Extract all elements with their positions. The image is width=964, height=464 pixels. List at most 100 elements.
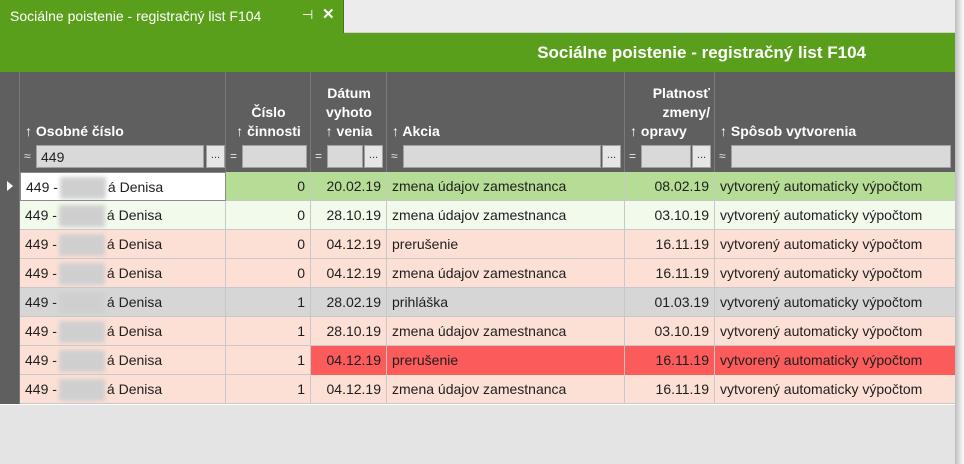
- employee-id: 449 -: [25, 381, 57, 397]
- cell-datum[interactable]: 28.10.19: [311, 201, 387, 230]
- employee-id: 449 -: [25, 352, 57, 368]
- table-row[interactable]: 449 - á Denisa 0 04.12.19 prerušenie 16.11.19…: [0, 230, 955, 259]
- employee-id: 449 -: [25, 265, 57, 281]
- cell-osobne-cislo[interactable]: 449 - á Denisa: [20, 375, 226, 404]
- cell-datum[interactable]: 20.02.19: [311, 172, 387, 201]
- redacted-name: [58, 379, 105, 402]
- cell-osobne-cislo[interactable]: 449 - á Denisa: [20, 259, 226, 288]
- close-icon[interactable]: ✕: [322, 5, 335, 23]
- table-row[interactable]: 449 - á Denisa 1 04.12.19 zmena údajov zames…: [0, 375, 955, 404]
- cell-cislo[interactable]: 1: [226, 346, 311, 375]
- cell-platnost[interactable]: 03.10.19: [625, 317, 715, 346]
- cell-akcia[interactable]: zmena údajov zamestnanca: [387, 201, 625, 230]
- cell-datum[interactable]: 04.12.19: [311, 375, 387, 404]
- column-header-akcia[interactable]: ↑ Akcia ≈ ...: [387, 72, 625, 172]
- page-title: Sociálne poistenie - registračný list F1…: [537, 43, 866, 62]
- row-indicator[interactable]: [0, 317, 20, 346]
- employee-name: á Denisa: [106, 207, 163, 223]
- cell-osobne-cislo[interactable]: 449 - á Denisa: [20, 346, 226, 375]
- filter-button-datum[interactable]: ...: [364, 145, 383, 168]
- redacted-name: [59, 177, 106, 200]
- cell-akcia[interactable]: prerušenie: [387, 346, 625, 375]
- filter-button-platnost[interactable]: ...: [692, 145, 711, 168]
- cell-akcia[interactable]: zmena údajov zamestnanca: [387, 375, 625, 404]
- cell-akcia[interactable]: zmena údajov zamestnanca: [387, 259, 625, 288]
- cell-sposob[interactable]: vytvorený automaticky výpočtom: [715, 172, 955, 201]
- cell-datum[interactable]: 04.12.19: [311, 346, 387, 375]
- row-indicator[interactable]: [0, 230, 20, 259]
- cell-cislo[interactable]: 0: [226, 230, 311, 259]
- filter-input-cislo[interactable]: [242, 145, 307, 168]
- cell-osobne-cislo[interactable]: 449 - á Denisa: [20, 172, 226, 201]
- cell-cislo[interactable]: 1: [226, 375, 311, 404]
- filter-input-platnost[interactable]: [641, 145, 691, 168]
- cell-sposob[interactable]: vytvorený automaticky výpočtom: [715, 346, 955, 375]
- cell-sposob[interactable]: vytvorený automaticky výpočtom: [715, 317, 955, 346]
- cell-osobne-cislo[interactable]: 449 - á Denisa: [20, 230, 226, 259]
- tab-title: Sociálne poistenie - registračný list F1…: [10, 8, 262, 24]
- row-indicator[interactable]: [0, 288, 20, 317]
- cell-akcia[interactable]: zmena údajov zamestnanca: [387, 172, 625, 201]
- cell-datum[interactable]: 28.10.19: [311, 317, 387, 346]
- column-header-osobne-cislo[interactable]: ↑ Osobné číslo ≈ ...: [20, 72, 226, 172]
- cell-platnost[interactable]: 16.11.19: [625, 259, 715, 288]
- cell-platnost[interactable]: 16.11.19: [625, 230, 715, 259]
- row-indicator[interactable]: [0, 201, 20, 230]
- document-tab[interactable]: Sociálne poistenie - registračný list F1…: [0, 0, 344, 33]
- cell-datum[interactable]: 28.02.19: [311, 288, 387, 317]
- row-indicator[interactable]: [0, 259, 20, 288]
- cell-osobne-cislo[interactable]: 449 - á Denisa: [20, 288, 226, 317]
- cell-cislo[interactable]: 0: [226, 259, 311, 288]
- cell-sposob[interactable]: vytvorený automaticky výpočtom: [715, 375, 955, 404]
- approx-icon: ≈: [719, 149, 726, 163]
- cell-sposob[interactable]: vytvorený automaticky výpočtom: [715, 288, 955, 317]
- row-indicator-header: [0, 72, 20, 172]
- data-grid: ↑ Osobné číslo ≈ ... Číslo ↑ činnosti = …: [0, 72, 955, 405]
- column-header-datum-vyhotovenia[interactable]: Dátum vyhoto ↑ venia = ...: [311, 72, 387, 172]
- column-label: venia: [336, 123, 373, 139]
- filter-button-akcia[interactable]: ...: [602, 145, 621, 168]
- cell-sposob[interactable]: vytvorený automaticky výpočtom: [715, 259, 955, 288]
- column-header-sposob[interactable]: ↑ Spôsob vytvorenia ≈: [715, 72, 955, 172]
- filter-input-osobne[interactable]: [36, 145, 204, 168]
- cell-platnost[interactable]: 16.11.19: [625, 346, 715, 375]
- column-header-platnost[interactable]: Platnosť zmeny/ ↑ opravy = ...: [625, 72, 715, 172]
- cell-platnost[interactable]: 16.11.19: [625, 375, 715, 404]
- row-indicator[interactable]: [0, 346, 20, 375]
- cell-akcia[interactable]: zmena údajov zamestnanca: [387, 317, 625, 346]
- cell-platnost[interactable]: 03.10.19: [625, 201, 715, 230]
- row-indicator[interactable]: [0, 172, 20, 201]
- cell-datum[interactable]: 04.12.19: [311, 259, 387, 288]
- table-row[interactable]: 449 - á Denisa 0 20.02.19 zmena údajov zames…: [0, 172, 955, 201]
- pin-icon[interactable]: ⊣: [302, 7, 313, 23]
- cell-cislo[interactable]: 1: [226, 288, 311, 317]
- redacted-name: [58, 205, 105, 228]
- filter-input-datum[interactable]: [327, 145, 363, 168]
- table-row[interactable]: 449 - á Denisa 0 04.12.19 zmena údajov zames…: [0, 259, 955, 288]
- row-indicator[interactable]: [0, 375, 20, 404]
- cell-cislo[interactable]: 0: [226, 172, 311, 201]
- cell-cislo[interactable]: 1: [226, 317, 311, 346]
- cell-akcia[interactable]: prerušenie: [387, 230, 625, 259]
- cell-sposob[interactable]: vytvorený automaticky výpočtom: [715, 201, 955, 230]
- filter-input-sposob[interactable]: [731, 145, 951, 168]
- employee-name: á Denisa: [106, 323, 163, 339]
- table-row[interactable]: 449 - á Denisa 1 28.10.19 zmena údajov zames…: [0, 317, 955, 346]
- employee-name: á Denisa: [106, 352, 163, 368]
- table-row[interactable]: 449 - á Denisa 0 28.10.19 zmena údajov zames…: [0, 201, 955, 230]
- cell-akcia[interactable]: prihláška: [387, 288, 625, 317]
- cell-platnost[interactable]: 01.03.19: [625, 288, 715, 317]
- column-header-cislo-cinnosti[interactable]: Číslo ↑ činnosti =: [226, 72, 311, 172]
- cell-datum[interactable]: 04.12.19: [311, 230, 387, 259]
- current-row-icon: [7, 181, 13, 191]
- cell-osobne-cislo[interactable]: 449 - á Denisa: [20, 317, 226, 346]
- table-row[interactable]: 449 - á Denisa 1 28.02.19 prihláška 01.03.19 v…: [0, 288, 955, 317]
- filter-button-osobne[interactable]: ...: [206, 145, 225, 168]
- sort-asc-icon: ↑: [325, 123, 333, 139]
- cell-osobne-cislo[interactable]: 449 - á Denisa: [20, 201, 226, 230]
- table-row[interactable]: 449 - á Denisa 1 04.12.19 prerušenie 16.11.19…: [0, 346, 955, 375]
- filter-input-akcia[interactable]: [403, 145, 601, 168]
- cell-sposob[interactable]: vytvorený automaticky výpočtom: [715, 230, 955, 259]
- cell-platnost[interactable]: 08.02.19: [625, 172, 715, 201]
- cell-cislo[interactable]: 0: [226, 201, 311, 230]
